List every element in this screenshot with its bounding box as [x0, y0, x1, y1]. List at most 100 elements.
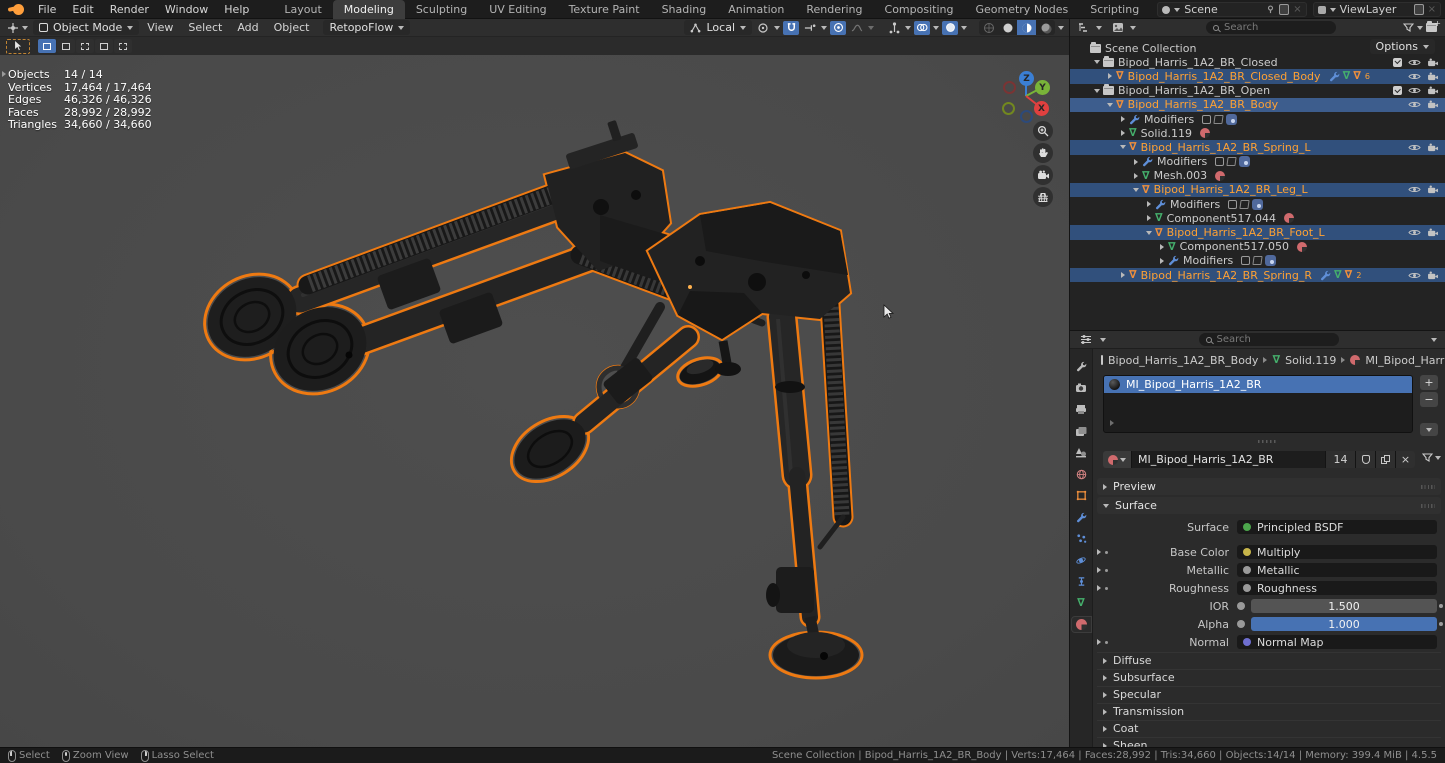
- pan-view-button[interactable]: [1033, 143, 1053, 163]
- select-intersect-button[interactable]: [114, 39, 132, 53]
- menu-help[interactable]: Help: [216, 0, 257, 19]
- expand-icon[interactable]: [1160, 244, 1164, 250]
- metallic-field[interactable]: Metallic: [1237, 563, 1437, 577]
- properties-tab-particles[interactable]: [1072, 531, 1091, 546]
- outliner-row-collection-open[interactable]: Bipod_Harris_1A2_BR_Open: [1070, 84, 1445, 98]
- properties-options-dropdown-icon[interactable]: [1431, 338, 1437, 342]
- outliner-row-modifiers[interactable]: Modifiers: [1070, 197, 1445, 211]
- menu-render[interactable]: Render: [102, 0, 157, 19]
- proportional-falloff-button[interactable]: [849, 21, 865, 35]
- expand-icon[interactable]: [1097, 585, 1101, 591]
- workspace-tab-layout[interactable]: Layout: [273, 0, 332, 19]
- expand-icon[interactable]: [1094, 89, 1100, 93]
- falloff-dropdown-icon[interactable]: [868, 26, 874, 30]
- expand-icon[interactable]: [1120, 145, 1126, 149]
- expand-icon[interactable]: [1134, 159, 1138, 165]
- keyframe-dot[interactable]: [1439, 622, 1443, 626]
- properties-editor-type-button[interactable]: [1078, 333, 1094, 347]
- material-filter-icon[interactable]: [1422, 453, 1433, 463]
- menu-window[interactable]: Window: [157, 0, 216, 19]
- pivot-dropdown-icon[interactable]: [774, 26, 780, 30]
- menu-view[interactable]: View: [140, 21, 180, 34]
- overlays-dropdown-icon[interactable]: [933, 26, 939, 30]
- material-specials-button[interactable]: [1420, 423, 1438, 436]
- breadcrumb-material[interactable]: MI_Bipod_Harris_1A2_BR: [1365, 354, 1445, 367]
- ior-slider[interactable]: 1.500: [1251, 599, 1437, 613]
- snap-target-button[interactable]: [802, 21, 818, 35]
- expand-icon[interactable]: [1121, 272, 1125, 278]
- workspace-tab-shading[interactable]: Shading: [651, 0, 718, 19]
- properties-tab-material[interactable]: [1072, 617, 1091, 632]
- material-name-field[interactable]: MI_Bipod_Harris_1A2_BR: [1131, 451, 1325, 468]
- base-color-field[interactable]: Multiply: [1237, 545, 1437, 559]
- snap-toggle-button[interactable]: [783, 21, 799, 35]
- new-collection-button[interactable]: +: [1426, 22, 1439, 33]
- expand-icon[interactable]: [1097, 549, 1101, 555]
- scene-selector[interactable]: Scene ×: [1157, 2, 1306, 17]
- workspace-tab-rendering[interactable]: Rendering: [795, 0, 873, 19]
- properties-tab-physics[interactable]: [1072, 553, 1091, 568]
- breadcrumb-object[interactable]: Bipod_Harris_1A2_BR_Body: [1108, 354, 1258, 367]
- expand-icon[interactable]: [1134, 173, 1138, 179]
- properties-search-input[interactable]: [1217, 334, 1332, 345]
- outliner-row-modifiers[interactable]: Modifiers: [1070, 155, 1445, 169]
- shading-solid-button[interactable]: [998, 20, 1017, 35]
- breadcrumb-data[interactable]: Solid.119: [1285, 354, 1336, 367]
- panel-coat[interactable]: Coat: [1097, 720, 1441, 737]
- shading-wireframe-button[interactable]: [979, 20, 998, 35]
- material-users-count[interactable]: 14: [1325, 451, 1355, 468]
- outliner-display-dropdown-icon[interactable]: [1130, 26, 1136, 30]
- expand-icon[interactable]: [1097, 639, 1101, 645]
- panel-subsurface[interactable]: Subsurface: [1097, 669, 1441, 686]
- toolbar-expand-arrow[interactable]: [2, 71, 6, 77]
- workspace-tab-sculpting[interactable]: Sculpting: [405, 0, 478, 19]
- gizmo-axis-z[interactable]: Z: [1019, 71, 1034, 86]
- show-overlays-button[interactable]: [914, 21, 930, 35]
- delete-scene-button[interactable]: ×: [1293, 4, 1301, 15]
- pin-icon[interactable]: [1266, 5, 1275, 14]
- shading-rendered-button[interactable]: [1036, 20, 1055, 35]
- menu-file[interactable]: File: [30, 0, 64, 19]
- panel-surface[interactable]: Surface: [1097, 497, 1441, 514]
- alpha-slider[interactable]: 1.000: [1251, 617, 1437, 631]
- disable-render-camera-icon[interactable]: [1427, 143, 1439, 152]
- select-set-button[interactable]: [38, 39, 56, 53]
- expand-icon[interactable]: [1094, 60, 1100, 64]
- outliner-row-closed-body[interactable]: ∇ Bipod_Harris_1A2_BR_Closed_Body ∇ ∇6: [1070, 69, 1445, 83]
- navigation-gizmo[interactable]: Z Y X: [997, 67, 1055, 125]
- outliner-row-solid-119[interactable]: ∇ Solid.119: [1070, 126, 1445, 140]
- outliner-row-leg-l[interactable]: ∇ Bipod_Harris_1A2_BR_Leg_L: [1070, 183, 1445, 197]
- select-subtract-button[interactable]: [76, 39, 94, 53]
- expand-icon[interactable]: [1133, 188, 1139, 192]
- material-slot-active[interactable]: MI_Bipod_Harris_1A2_BR: [1104, 376, 1412, 393]
- xray-dropdown-icon[interactable]: [961, 26, 967, 30]
- expand-icon[interactable]: [1107, 103, 1113, 107]
- hide-eye-icon[interactable]: [1408, 100, 1421, 109]
- roughness-field[interactable]: Roughness: [1237, 581, 1437, 595]
- viewport-canvas[interactable]: Objects14 / 14 Vertices17,464 / 17,464 E…: [0, 55, 1069, 747]
- panel-preview[interactable]: Preview: [1097, 478, 1441, 495]
- gizmo-dropdown-icon[interactable]: [905, 26, 911, 30]
- outliner-search[interactable]: [1206, 21, 1336, 34]
- properties-tab-render[interactable]: [1072, 381, 1091, 396]
- shading-material-preview-button[interactable]: [1017, 20, 1036, 35]
- expand-icon[interactable]: [1097, 567, 1101, 573]
- gizmo-axis-z-neg[interactable]: [1020, 110, 1033, 123]
- hide-eye-icon[interactable]: [1408, 58, 1421, 67]
- expand-icon[interactable]: [1147, 215, 1151, 221]
- properties-tab-tool[interactable]: [1072, 359, 1091, 374]
- outliner-row-mesh-003[interactable]: ∇ Mesh.003: [1070, 169, 1445, 183]
- outliner-search-input[interactable]: [1224, 22, 1329, 33]
- workspace-tab-animation[interactable]: Animation: [717, 0, 795, 19]
- outliner-row-spring-l[interactable]: ∇ Bipod_Harris_1A2_BR_Spring_L: [1070, 140, 1445, 154]
- outliner-row-modifiers[interactable]: Modifiers: [1070, 254, 1445, 268]
- mode-dropdown[interactable]: Object Mode: [33, 20, 139, 35]
- zoom-view-button[interactable]: [1033, 121, 1053, 141]
- expand-icon[interactable]: [1160, 258, 1164, 264]
- panel-drag-grip[interactable]: [1421, 504, 1435, 508]
- properties-tab-output[interactable]: [1072, 402, 1091, 417]
- slot-list-resize-grip[interactable]: [1103, 437, 1413, 447]
- fake-user-button[interactable]: [1355, 451, 1375, 468]
- active-tool-tweak-button[interactable]: [6, 39, 30, 54]
- properties-tab-view-layer[interactable]: [1072, 424, 1091, 439]
